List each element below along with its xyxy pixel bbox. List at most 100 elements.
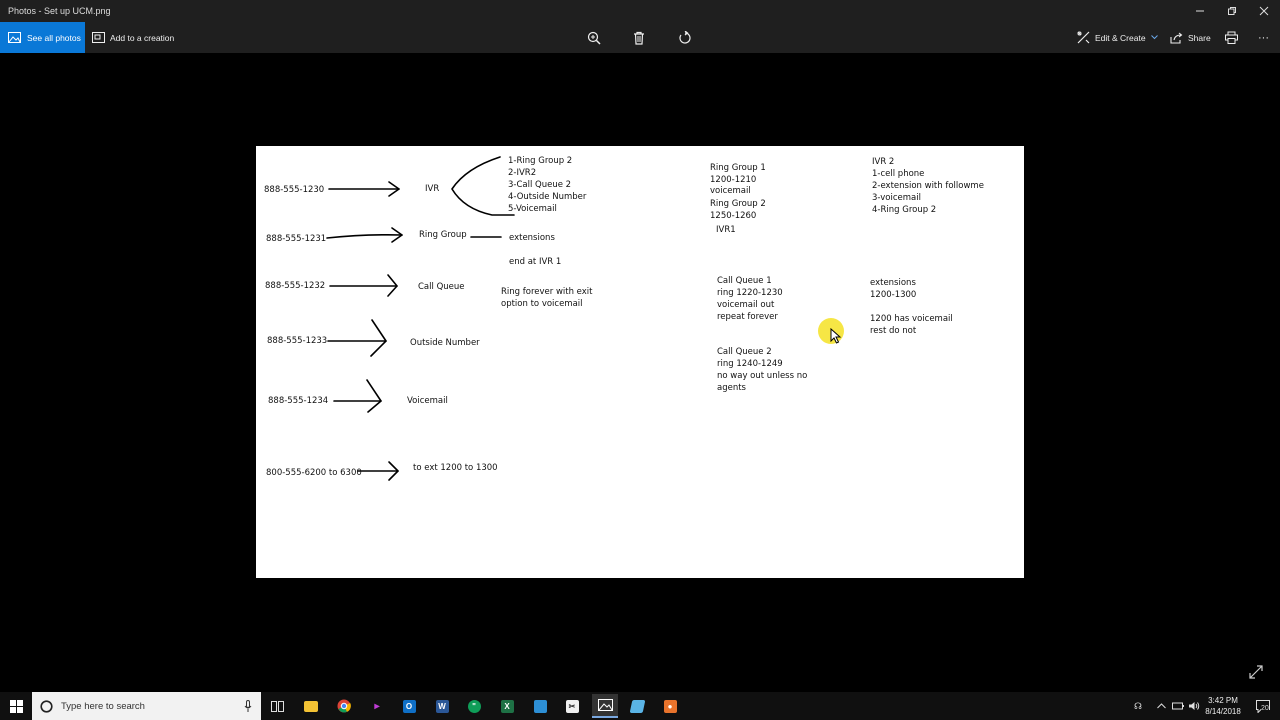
ivr-option-1: 1-Ring Group 2 xyxy=(508,156,573,166)
hangouts-icon: " xyxy=(467,699,481,713)
search-placeholder: Type here to search xyxy=(61,700,145,712)
ivr2-title: IVR 2 xyxy=(872,157,895,167)
number-1230: 888-555-1230 xyxy=(264,185,325,195)
snipping-tool-icon: ✂ xyxy=(565,699,579,713)
volume-tray[interactable] xyxy=(1187,692,1201,720)
outlook-app[interactable]: O xyxy=(396,694,422,718)
dest-extensions: to ext 1200 to 1300 xyxy=(413,463,498,473)
rotate-icon xyxy=(679,30,691,44)
share-label: Share xyxy=(1188,32,1211,43)
orange-app-icon: ● xyxy=(663,699,677,713)
taskbar: Type here to search ▸ O W " X ✂ ● ☊ 3:42… xyxy=(0,692,1280,720)
cq2-ring: ring 1240-1249 xyxy=(717,359,783,369)
dest-voicemail: Voicemail xyxy=(407,396,448,406)
orange-app[interactable]: ● xyxy=(657,694,683,718)
remote-desktop-icon xyxy=(533,699,547,713)
delete-button[interactable] xyxy=(633,22,645,53)
rg2-range: 1250-1260 xyxy=(710,211,757,221)
remote-desktop-app[interactable] xyxy=(527,694,553,718)
vm-line-1: 1200 has voicemail xyxy=(870,314,953,324)
photos-app-icon xyxy=(597,699,613,711)
hangouts-app[interactable]: " xyxy=(461,694,487,718)
title-bar: Photos - Set up UCM.png xyxy=(0,0,1280,22)
notes-app[interactable] xyxy=(624,694,650,718)
battery-icon xyxy=(1172,702,1184,710)
excel-icon: X xyxy=(500,699,514,713)
dest-ivr: IVR xyxy=(425,184,440,194)
close-button[interactable] xyxy=(1248,0,1280,22)
people-icon: ☊ xyxy=(1134,700,1142,711)
rotate-button[interactable] xyxy=(678,22,692,53)
chevron-down-icon xyxy=(1150,35,1158,40)
ivr-option-2: 2-IVR2 xyxy=(508,168,537,178)
mouse-cursor-icon xyxy=(830,328,842,344)
start-button[interactable] xyxy=(0,692,32,720)
ivr2-option-3: 3-voicemail xyxy=(872,193,921,203)
photos-app[interactable] xyxy=(592,694,618,718)
vm-line-2: rest do not xyxy=(870,326,917,336)
zoom-button[interactable] xyxy=(587,22,601,53)
pinned-app[interactable]: ▸ xyxy=(364,694,390,718)
chrome-icon xyxy=(337,699,351,713)
task-view-button[interactable] xyxy=(264,694,290,718)
share-icon xyxy=(1170,32,1183,44)
clock-time: 3:42 PM xyxy=(1208,696,1238,705)
excel-app[interactable]: X xyxy=(494,694,520,718)
photos-icon xyxy=(8,32,21,43)
dest-outside-number: Outside Number xyxy=(410,338,480,348)
trash-icon xyxy=(634,31,644,45)
outlook-icon: O xyxy=(402,699,416,713)
ring-group-note: end at IVR 1 xyxy=(509,257,562,267)
rg1-voicemail: voicemail xyxy=(710,186,751,196)
power-tray[interactable] xyxy=(1171,692,1185,720)
call-queue-note-1: Ring forever with exit xyxy=(501,287,593,297)
show-hidden-icons-button[interactable] xyxy=(1154,692,1168,720)
share-button[interactable]: Share xyxy=(1170,22,1211,53)
photo-canvas: 888-555-1230 888-555-1231 888-555-1232 8… xyxy=(256,146,1024,578)
fullscreen-icon[interactable] xyxy=(1249,665,1263,679)
toolbar: See all photos Add to a creation Edit & … xyxy=(0,22,1280,53)
volume-icon xyxy=(1189,702,1200,710)
ring-group-target: extensions xyxy=(509,233,555,243)
minimize-icon xyxy=(1196,10,1204,12)
edit-create-button[interactable]: Edit & Create xyxy=(1077,22,1158,53)
number-1232: 888-555-1232 xyxy=(265,281,326,291)
number-1233: 888-555-1233 xyxy=(267,336,328,346)
ivr2-option-1: 1-cell phone xyxy=(872,169,925,179)
cq1-voicemail: voicemail out xyxy=(717,300,775,310)
cq2-agents: agents xyxy=(717,383,746,393)
see-all-photos-label: See all photos xyxy=(27,32,81,43)
print-button[interactable] xyxy=(1225,22,1238,53)
taskbar-search[interactable]: Type here to search xyxy=(32,692,261,720)
minimize-button[interactable] xyxy=(1184,0,1216,22)
clock-date: 8/14/2018 xyxy=(1205,707,1241,716)
ivr1-label: IVR1 xyxy=(716,225,736,235)
cq1-ring: ring 1220-1230 xyxy=(717,288,783,298)
cq1-title: Call Queue 1 xyxy=(717,276,772,286)
rg2-title: Ring Group 2 xyxy=(710,199,766,209)
see-all-photos-button[interactable]: See all photos xyxy=(0,22,85,53)
number-1231: 888-555-1231 xyxy=(266,234,327,244)
restore-button[interactable] xyxy=(1216,0,1248,22)
ivr-option-5: 5-Voicemail xyxy=(508,204,557,214)
people-button[interactable]: ☊ xyxy=(1130,692,1146,720)
more-options-button[interactable]: ··· xyxy=(1258,22,1269,53)
cq2-no-way-out: no way out unless no xyxy=(717,371,808,381)
edit-create-icon xyxy=(1077,31,1090,44)
word-icon: W xyxy=(435,699,449,713)
chrome-app[interactable] xyxy=(331,694,357,718)
action-center-button[interactable]: 20 xyxy=(1252,692,1274,720)
more-options-label: ··· xyxy=(1258,31,1269,44)
word-app[interactable]: W xyxy=(429,694,455,718)
cq2-title: Call Queue 2 xyxy=(717,347,772,357)
clock[interactable]: 3:42 PM 8/14/2018 xyxy=(1200,695,1246,717)
snipping-tool-app[interactable]: ✂ xyxy=(559,694,585,718)
dest-ring-group: Ring Group xyxy=(419,230,467,240)
add-to-creation-label: Add to a creation xyxy=(110,32,175,43)
add-to-creation-button[interactable]: Add to a creation xyxy=(92,22,174,53)
window-title: Photos - Set up UCM.png xyxy=(8,6,111,16)
pinned-app-icon: ▸ xyxy=(374,700,380,712)
file-explorer-app[interactable] xyxy=(298,694,324,718)
edit-create-label: Edit & Create xyxy=(1095,32,1146,43)
notes-icon xyxy=(629,699,645,713)
